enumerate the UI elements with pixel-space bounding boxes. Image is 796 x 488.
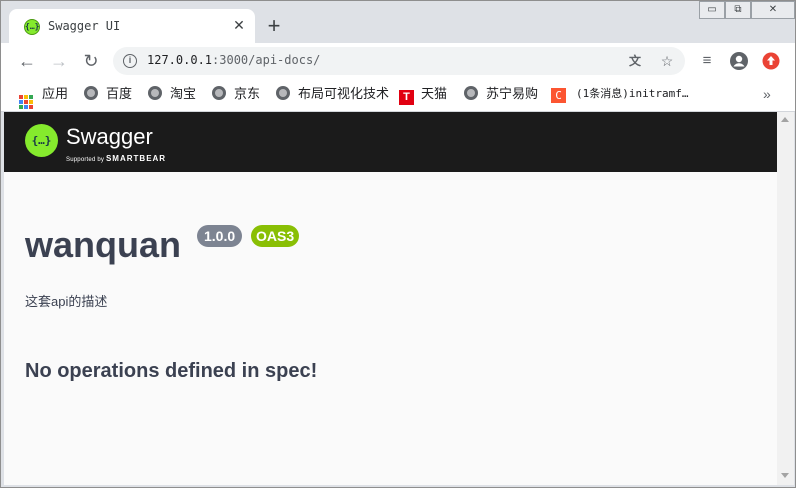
browser-toolbar: ← → ↻ i 127.0.0.1:3000/api-docs/ 文 ☆ ≡ xyxy=(1,43,795,79)
tab-strip: {…} Swagger UI ✕ + ▭ ⧉ ✕ xyxy=(1,1,795,43)
url-host: 127.0.0.1 xyxy=(147,53,213,67)
tab-close-icon[interactable]: ✕ xyxy=(231,17,247,33)
bookmark-layout-vis[interactable]: 布局可视化技术 xyxy=(276,85,389,103)
update-extension-icon[interactable] xyxy=(759,49,783,73)
bookmark-jd[interactable]: 京东 xyxy=(212,85,260,103)
api-description: 这套api的描述 xyxy=(25,294,108,309)
swagger-topbar: {…} Swagger Supported by SMARTBEAR xyxy=(4,112,777,172)
close-window-button[interactable]: ✕ xyxy=(751,1,795,19)
browser-window: {…} Swagger UI ✕ + ▭ ⧉ ✕ ← → ↻ i 127.0.0… xyxy=(0,0,796,488)
globe-icon xyxy=(212,86,226,100)
restore-button[interactable]: ⧉ xyxy=(725,1,751,19)
bookmark-csdn[interactable]: C (1条消息)initramf… xyxy=(551,85,688,103)
bookmark-label: 应用 xyxy=(42,86,69,101)
reload-icon[interactable]: ↻ xyxy=(79,49,103,73)
scroll-up-icon[interactable] xyxy=(781,117,789,122)
bookmark-apps[interactable]: 应用 xyxy=(19,85,69,109)
globe-icon xyxy=(84,86,98,100)
new-tab-button[interactable]: + xyxy=(263,15,285,37)
bookmark-baidu[interactable]: 百度 xyxy=(84,85,132,103)
supported-by-smartbear: Supported by SMARTBEAR xyxy=(66,154,166,163)
page-viewport: {…} Swagger Supported by SMARTBEAR wanqu… xyxy=(4,112,777,485)
address-bar[interactable]: i 127.0.0.1:3000/api-docs/ 文 ☆ xyxy=(113,47,685,75)
supported-by-text: Supported by xyxy=(66,157,105,163)
csdn-icon: C xyxy=(551,88,566,103)
tab-swagger-ui[interactable]: {…} Swagger UI ✕ xyxy=(9,9,255,43)
bookmark-suning[interactable]: 苏宁易购 xyxy=(464,85,538,103)
globe-icon xyxy=(276,86,290,100)
smartbear-text: SMARTBEAR xyxy=(105,154,167,163)
vertical-scrollbar[interactable] xyxy=(777,112,794,485)
tmall-icon: T xyxy=(399,90,414,105)
bookmark-label: (1条消息)initramf… xyxy=(576,87,689,100)
version-badge: 1.0.0 xyxy=(197,225,243,247)
forward-arrow-icon[interactable]: → xyxy=(47,49,71,73)
scroll-down-icon[interactable] xyxy=(781,473,789,478)
bookmark-tmall[interactable]: T 天猫 xyxy=(399,85,448,105)
bookmark-taobao[interactable]: 淘宝 xyxy=(148,85,196,103)
profile-avatar-icon[interactable] xyxy=(727,49,751,73)
tab-title: Swagger UI xyxy=(48,19,121,33)
url-text[interactable]: 127.0.0.1:3000/api-docs/ xyxy=(147,53,320,67)
globe-icon xyxy=(148,86,162,100)
bookmark-star-icon[interactable]: ☆ xyxy=(657,51,677,71)
swagger-logo-icon[interactable]: {…} xyxy=(25,124,58,157)
bookmark-label: 淘宝 xyxy=(170,86,197,101)
bookmark-label: 布局可视化技术 xyxy=(298,86,390,101)
bookmarks-bar: 应用 百度 淘宝 京东 布局可视化技术 T 天猫 苏宁易购 C (1条消息)init… xyxy=(1,79,795,112)
globe-icon xyxy=(464,86,478,100)
bookmark-label: 百度 xyxy=(106,86,133,101)
minimize-button[interactable]: ▭ xyxy=(699,1,725,19)
bookmark-label: 苏宁易购 xyxy=(486,86,539,101)
swagger-favicon-icon: {…} xyxy=(24,19,40,35)
swagger-brand[interactable]: Swagger xyxy=(66,124,153,150)
back-arrow-icon[interactable]: ← xyxy=(15,49,39,73)
bookmark-label: 京东 xyxy=(234,86,261,101)
url-path: /api-docs/ xyxy=(248,53,321,67)
site-info-icon[interactable]: i xyxy=(123,54,137,68)
oas-badge: OAS3 xyxy=(251,225,300,247)
bookmarks-overflow-icon[interactable]: » xyxy=(763,85,771,103)
no-operations-message: No operations defined in spec! xyxy=(25,360,318,382)
translate-icon[interactable]: 文 xyxy=(625,51,645,71)
apps-grid-icon xyxy=(19,95,33,109)
media-playlist-icon[interactable]: ≡ xyxy=(695,49,719,73)
url-port: :3000 xyxy=(212,53,249,67)
bookmark-label: 天猫 xyxy=(421,86,448,101)
api-title: wanquan xyxy=(25,224,182,265)
